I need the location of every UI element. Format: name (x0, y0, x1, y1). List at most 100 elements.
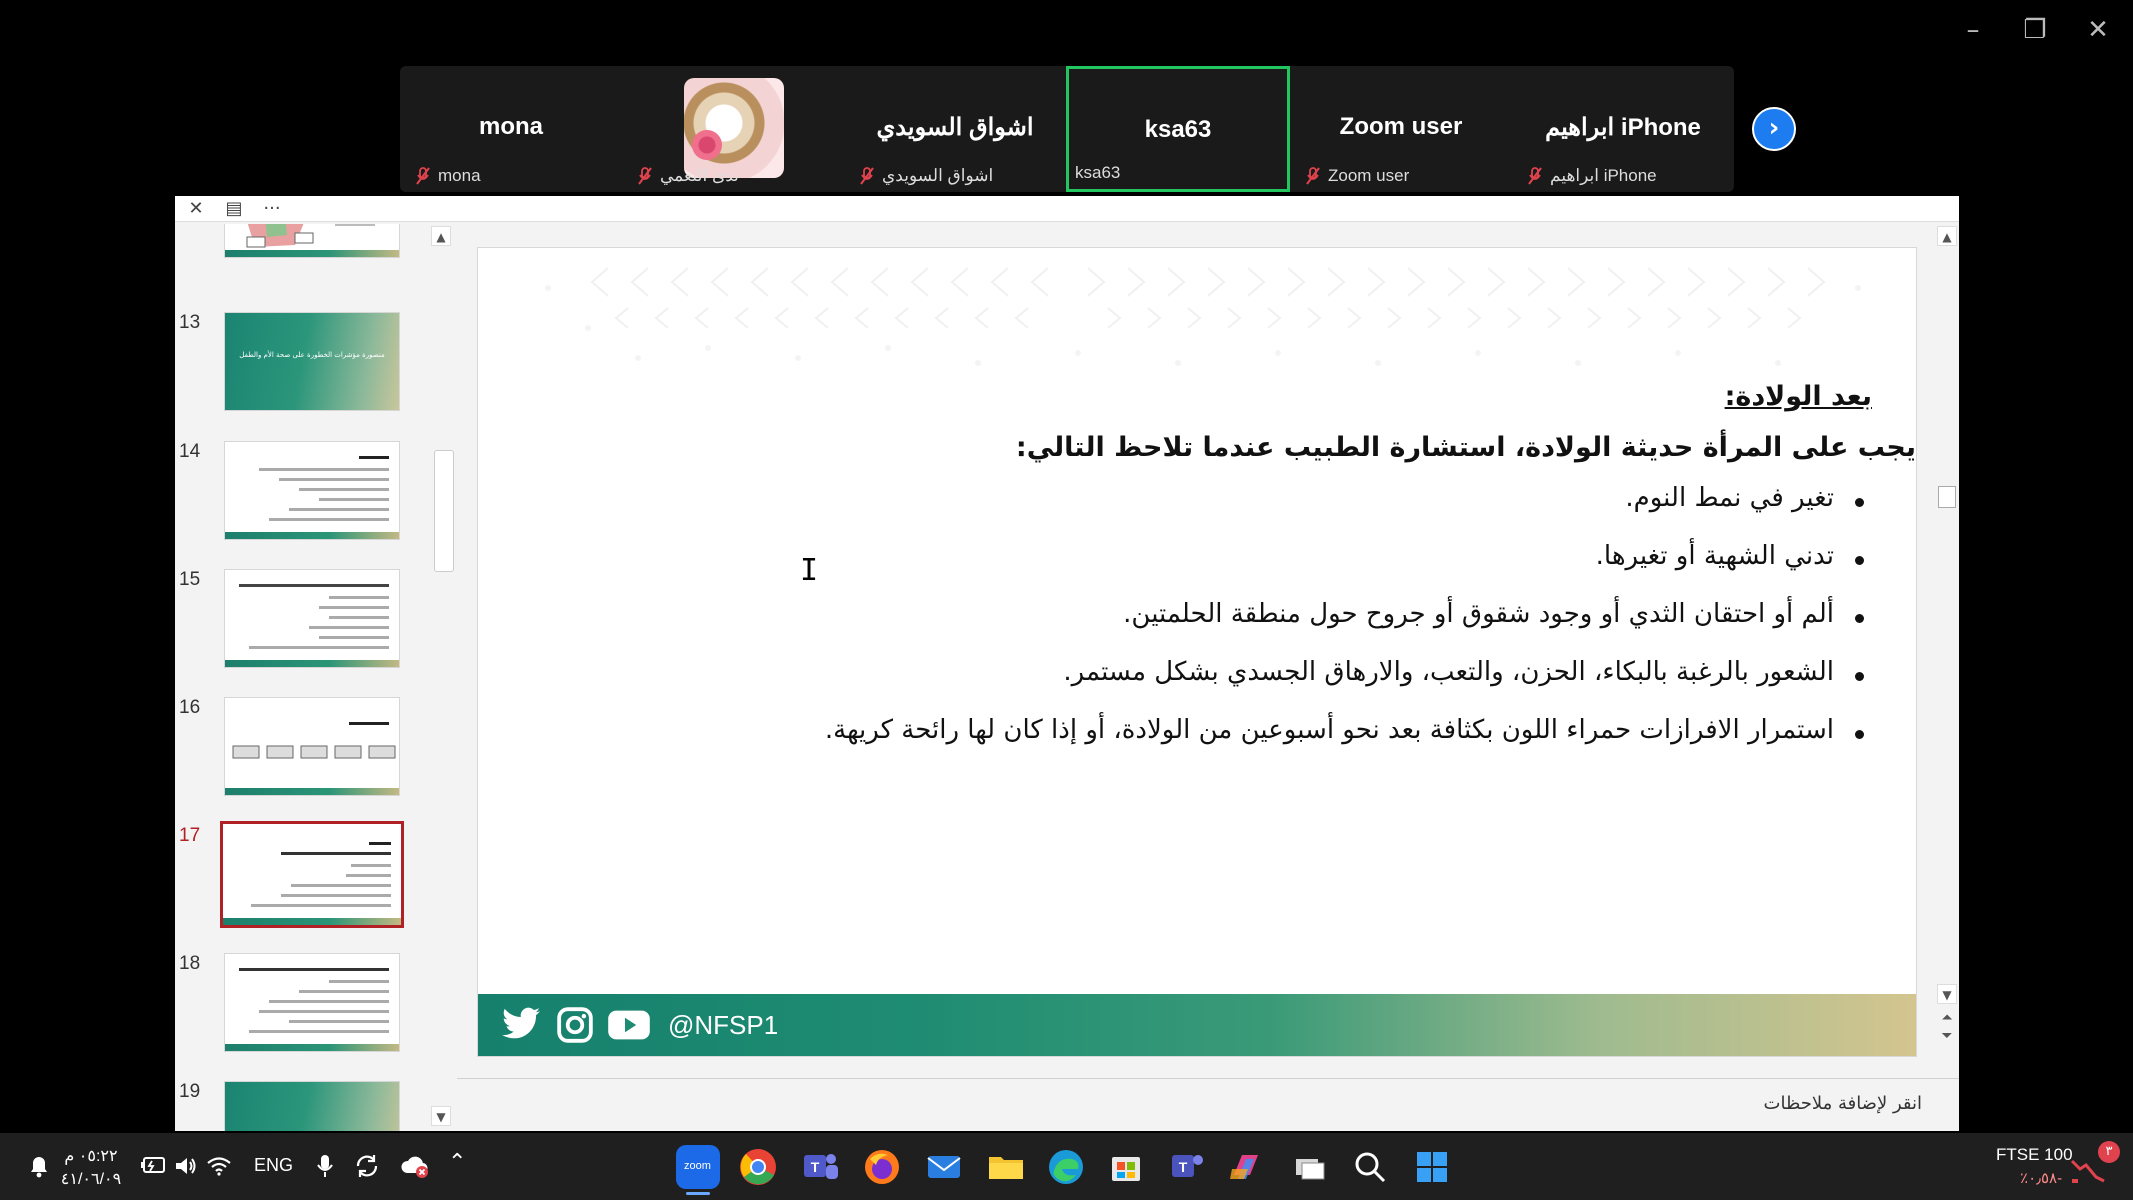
thumb-line (269, 1000, 389, 1003)
scroll-down-arrow-icon[interactable]: ▼ (1937, 984, 1957, 1004)
firefox-icon[interactable] (860, 1145, 904, 1189)
participant-label-text: اشواق السويدي (882, 166, 994, 185)
scroll-up-arrow-icon[interactable]: ▲ (1937, 226, 1957, 246)
thumb-line (249, 1030, 389, 1033)
participant-label: ندى النعمي (638, 166, 739, 186)
zoom-app-icon[interactable]: zoom (676, 1145, 720, 1195)
notification-bell-icon[interactable] (28, 1155, 50, 1179)
wifi-icon[interactable] (206, 1155, 232, 1177)
slide-thumbnail[interactable]: منصورة مؤشرات الخطورة على صحة الأم والطف… (224, 312, 400, 411)
participant-tile[interactable]: ندى النعمي (622, 66, 844, 192)
rose-image (692, 130, 722, 160)
participant-name: mona (478, 113, 543, 140)
stock-name[interactable]: FTSE 100 (1996, 1145, 2073, 1165)
thumb-line (289, 508, 389, 511)
thumbnail-scrollbar-thumb[interactable] (434, 450, 454, 572)
thumb-footer (225, 788, 399, 795)
search-icon[interactable] (1348, 1145, 1392, 1189)
slide-thumbnail[interactable] (224, 697, 400, 796)
windows-start-icon[interactable] (1410, 1145, 1454, 1189)
teams-icon[interactable]: T (798, 1145, 842, 1189)
thumb-line (269, 518, 389, 521)
thumb-line (259, 468, 389, 471)
participant-tile[interactable]: ابراهيم iPhone ابراهيم iPhone (1512, 66, 1734, 192)
mail-icon[interactable] (922, 1145, 966, 1189)
thumb-line (281, 852, 391, 855)
youtube-icon (608, 1010, 650, 1040)
stock-change[interactable]: ٪٠٫٥٨- (2020, 1169, 2062, 1187)
bullet-list: تغير في نمط النوم. تدني الشهية أو تغيرها… (558, 483, 1864, 745)
participant-tile[interactable]: اشواق السويدي اشواق السويدي (844, 66, 1066, 192)
participant-label-text: Zoom user (1328, 166, 1410, 185)
microphone-icon[interactable] (316, 1153, 334, 1179)
participant-label-text: mona (438, 166, 481, 185)
clock-date[interactable]: ٤١/٠٦/٠٩ (58, 1169, 124, 1189)
thumb-line (309, 626, 389, 629)
thumb-footer (225, 532, 399, 539)
muted-mic-icon (1528, 167, 1542, 185)
thumb-line (299, 990, 389, 993)
slide-thumbnail-selected[interactable] (220, 821, 404, 928)
slide-thumbnail[interactable] (224, 953, 400, 1052)
thumbnail-row[interactable]: 16 (175, 697, 435, 807)
notes-pane[interactable]: انقر لإضافة ملاحظات (457, 1078, 1959, 1131)
slide-number: 18 (179, 953, 201, 974)
next-participants-button[interactable]: › (1752, 107, 1796, 151)
thumb-footer (225, 660, 399, 667)
cloud-error-icon[interactable] (400, 1153, 430, 1179)
thumbnail-row[interactable]: 14 (175, 441, 435, 551)
participant-tile-active-speaker[interactable]: ksa63 ksa63 (1066, 66, 1290, 192)
bullet-item: الشعور بالرغبة بالبكاء، الحزن، والتعب، و… (558, 657, 1864, 687)
thumb-line (369, 842, 391, 845)
chrome-icon[interactable] (736, 1145, 780, 1189)
notes-placeholder: انقر لإضافة ملاحظات (1763, 1093, 1922, 1114)
volume-icon[interactable] (172, 1155, 198, 1177)
participant-name: Zoom user (1339, 113, 1463, 140)
slide-thumbnail[interactable] (224, 569, 400, 668)
restore-icon[interactable]: ❐ (2010, 14, 2060, 46)
more-options-icon[interactable]: ··· (259, 198, 285, 220)
thumb-line (346, 874, 391, 877)
social-handle: @NFSP1 (668, 1009, 779, 1040)
store-icon[interactable] (1104, 1145, 1148, 1189)
slide-scrollbar[interactable] (1937, 228, 1957, 1053)
thumbnail-row[interactable]: 19 (175, 1081, 435, 1131)
slide-scrollbar-thumb[interactable] (1938, 486, 1956, 508)
teams-classic-icon[interactable]: T (1164, 1145, 1208, 1189)
slide-thumbnail[interactable] (224, 1081, 400, 1131)
chevron-up-icon[interactable]: ⌃ (448, 1149, 466, 1175)
thumb-line (329, 596, 389, 599)
thumbnail-row[interactable]: 13 منصورة مؤشرات الخطورة على صحة الأم وا… (175, 312, 435, 422)
close-pane-icon[interactable]: ✕ (183, 198, 209, 220)
minimize-icon[interactable]: – (1948, 14, 1998, 46)
slide-thumbnail[interactable] (224, 224, 400, 258)
scroll-up-arrow-icon[interactable]: ▲ (431, 226, 451, 246)
layout-icon[interactable]: ▤ (221, 198, 247, 220)
thumbnail-row-selected[interactable]: 17 (175, 821, 435, 935)
participant-name: ksa63 (1144, 116, 1212, 143)
slide-thumbnail[interactable] (224, 441, 400, 540)
close-icon[interactable]: ✕ (2073, 14, 2123, 46)
participant-tile[interactable]: mona mona (400, 66, 622, 192)
thumb-line (299, 488, 389, 491)
language-indicator[interactable]: ENG (254, 1155, 293, 1176)
task-view-icon[interactable] (1288, 1145, 1332, 1189)
copilot-icon[interactable] (1224, 1145, 1268, 1189)
edge-icon[interactable] (1044, 1145, 1088, 1189)
thumbnail-scrollbar[interactable] (431, 254, 451, 1114)
sync-icon[interactable] (354, 1153, 380, 1179)
thumb-title: منصورة مؤشرات الخطورة على صحة الأم والطف… (239, 351, 385, 359)
slide-number: 19 (179, 1081, 201, 1102)
thumbnail-row[interactable]: 15 (175, 569, 435, 679)
bullet-item: تدني الشهية أو تغيرها. (558, 541, 1864, 571)
file-explorer-icon[interactable] (984, 1145, 1028, 1189)
battery-icon[interactable] (140, 1155, 166, 1177)
slide-subheading: يجب على المرأة حديثة الولادة، استشارة ال… (1015, 432, 1916, 463)
participant-tile[interactable]: Zoom user Zoom user (1290, 66, 1512, 192)
thumbnail-row[interactable]: 18 (175, 953, 435, 1063)
scroll-down-arrow-icon[interactable]: ▼ (431, 1106, 451, 1126)
participant-strip: mona mona ندى النعمي اشواق السويدي اشواق… (400, 66, 1734, 192)
clock-time[interactable]: ٠٥:٢٢ م (58, 1146, 124, 1166)
next-slide-icon[interactable]: ⏷ (1937, 1026, 1957, 1046)
previous-slide-icon[interactable]: ⏶ (1937, 1008, 1957, 1028)
